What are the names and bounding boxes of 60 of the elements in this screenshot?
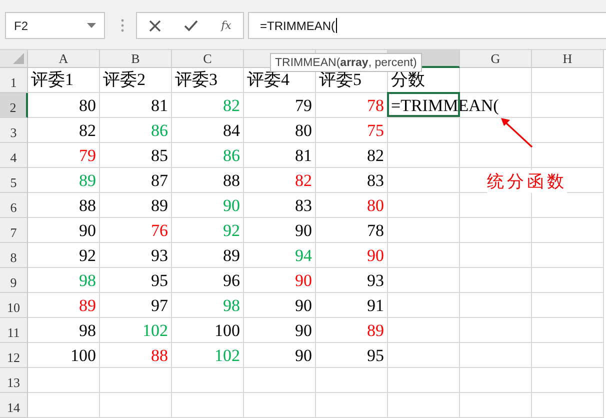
table-cell: 82 (244, 168, 316, 193)
table-cell: 89 (28, 293, 100, 318)
table-cell: 94 (244, 243, 316, 268)
table-cell: 81 (244, 143, 316, 168)
table-cell: 83 (244, 193, 316, 218)
table-cell: 89 (316, 318, 388, 343)
table-cell: 93 (316, 268, 388, 293)
table-cell: 102 (172, 343, 244, 368)
table-cell: 89 (172, 243, 244, 268)
table-cell: 100 (28, 343, 100, 368)
table-cell: 90 (244, 343, 316, 368)
table-cell: 90 (316, 243, 388, 268)
table-cell: 78 (316, 218, 388, 243)
table-cell: 86 (172, 143, 244, 168)
table-cell: 90 (244, 318, 316, 343)
table-cell: 79 (28, 143, 100, 168)
table-cell: 85 (100, 143, 172, 168)
annotation-text: 统分函数 (487, 170, 567, 193)
table-cell: 86 (100, 118, 172, 143)
table-cell: 75 (316, 118, 388, 143)
table-cell: 92 (172, 218, 244, 243)
table-cell: 89 (28, 168, 100, 193)
table-cell: 91 (316, 293, 388, 318)
table-cell: 82 (28, 118, 100, 143)
table-cell: 98 (28, 318, 100, 343)
table-cell: 82 (172, 93, 244, 118)
table-cell: 79 (244, 93, 316, 118)
table-cell: 81 (100, 93, 172, 118)
table-cell: 98 (172, 293, 244, 318)
table-cell: 87 (100, 168, 172, 193)
table-cell: 88 (28, 193, 100, 218)
table-cell: 评委1 (28, 68, 100, 93)
table-cell: 88 (100, 343, 172, 368)
table-cell: 90 (244, 218, 316, 243)
table-cell: 84 (172, 118, 244, 143)
table-cell: 80 (244, 118, 316, 143)
table-cell: 90 (172, 193, 244, 218)
table-cell: 90 (244, 268, 316, 293)
table-cell: 100 (172, 318, 244, 343)
table-cell: 80 (316, 193, 388, 218)
table-cell: 83 (316, 168, 388, 193)
table-cell: 95 (316, 343, 388, 368)
table-cell: 96 (172, 268, 244, 293)
table-cell: 80 (28, 93, 100, 118)
table-cell: 92 (28, 243, 100, 268)
table-cell: 93 (100, 243, 172, 268)
table-cell: 评委3 (172, 68, 244, 93)
table-cell: 89 (100, 193, 172, 218)
table-cell: 102 (100, 318, 172, 343)
table-cell: 76 (100, 218, 172, 243)
table-cell: 97 (100, 293, 172, 318)
table-cell: 95 (100, 268, 172, 293)
function-tooltip: TRIMMEAN(array, percent) (270, 53, 422, 72)
table-cell: 98 (28, 268, 100, 293)
table-cell: 78 (316, 93, 388, 118)
table-cell: 88 (172, 168, 244, 193)
table-cell: 90 (28, 218, 100, 243)
table-cell: 评委2 (100, 68, 172, 93)
table-cell: 82 (316, 143, 388, 168)
table-cell: 90 (244, 293, 316, 318)
